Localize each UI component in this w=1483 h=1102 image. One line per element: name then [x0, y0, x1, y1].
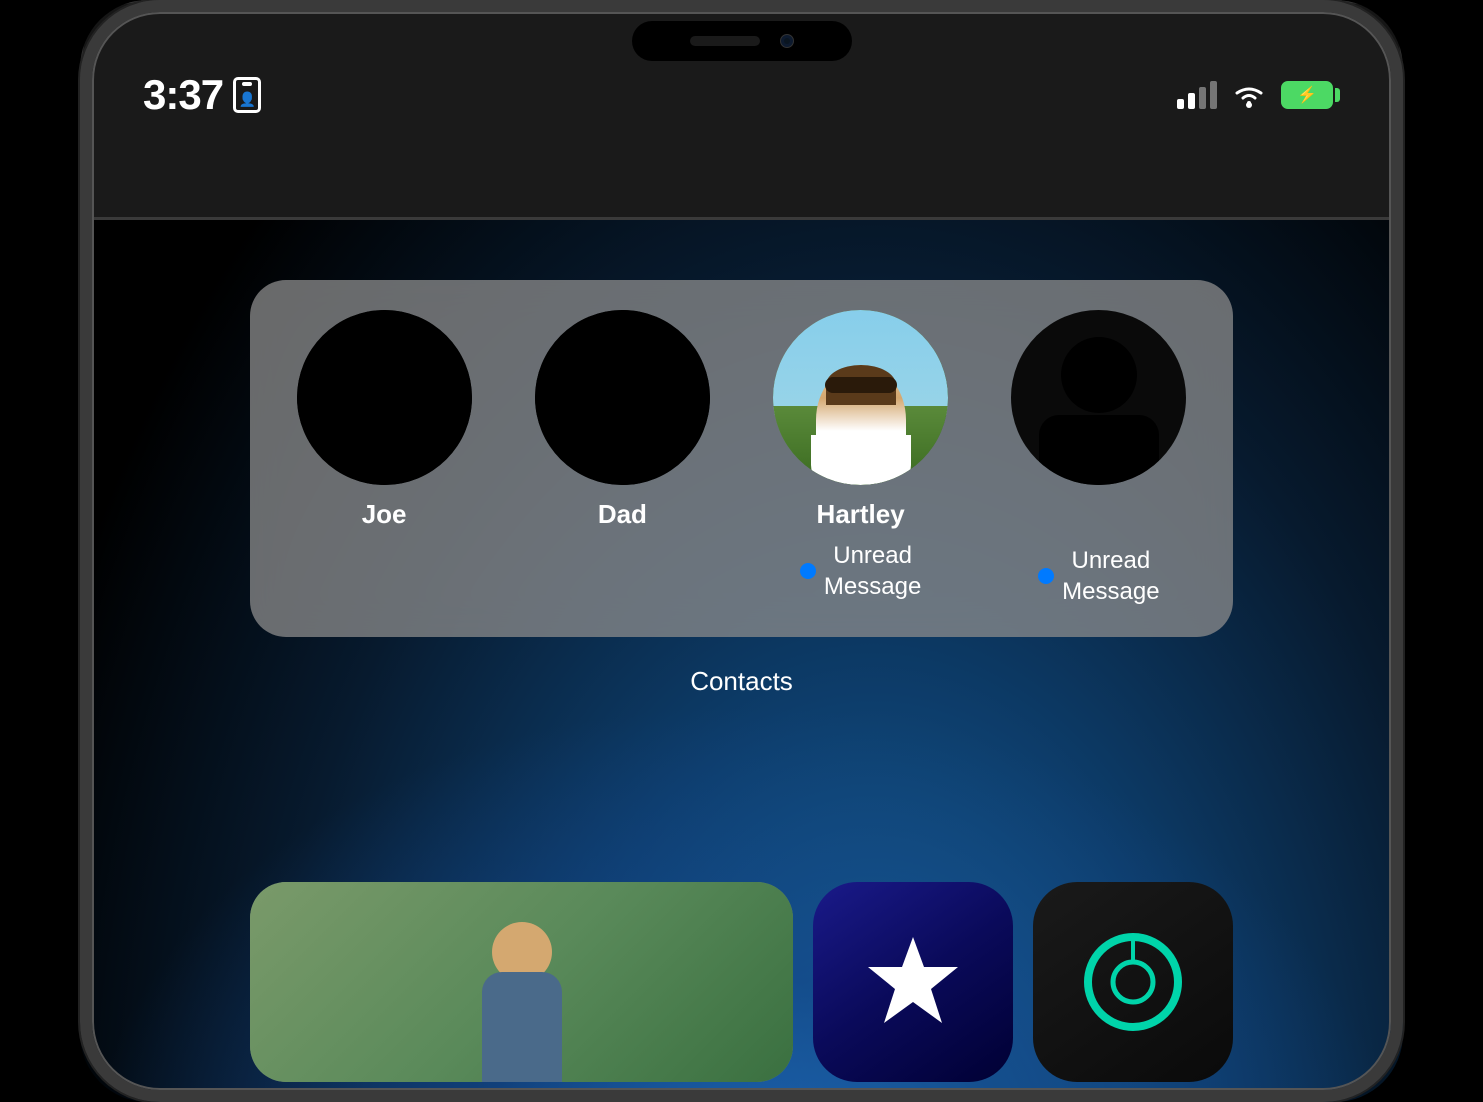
time-display: 3:37 — [143, 71, 223, 119]
contact-dad-name: Dad — [598, 499, 647, 530]
contact-hartley[interactable]: Hartley UnreadMessage — [747, 310, 975, 602]
battery-indicator: ⚡ — [1281, 81, 1340, 109]
battery-body: ⚡ — [1281, 81, 1333, 109]
signal-bars-icon — [1177, 81, 1217, 109]
contacts-grid: Joe Dad — [270, 310, 1213, 607]
contact-unknown-avatar — [1011, 310, 1186, 485]
person-silhouette-icon — [1029, 330, 1169, 485]
status-right: ⚡ — [1177, 81, 1340, 109]
contact-hartley-avatar — [773, 310, 948, 485]
dark-app-icon[interactable] — [1033, 882, 1233, 1082]
signal-bar-1 — [1177, 99, 1184, 109]
status-bar: 3:37 👤 — [143, 71, 1340, 119]
wifi-icon — [1231, 81, 1267, 109]
signal-bar-3 — [1199, 87, 1206, 109]
contacts-widget[interactable]: Joe Dad — [250, 280, 1233, 637]
contact-dad[interactable]: Dad — [508, 310, 736, 536]
battery-tip — [1335, 88, 1340, 102]
contact-dad-avatar — [535, 310, 710, 485]
contact-joe-avatar — [297, 310, 472, 485]
contact-joe[interactable]: Joe — [270, 310, 498, 536]
imovie-app-icon[interactable] — [813, 882, 1013, 1082]
unread-label-hartley: UnreadMessage — [824, 540, 921, 602]
contact-unknown-unread: UnreadMessage — [1038, 545, 1159, 607]
contact-joe-name: Joe — [362, 499, 407, 530]
imovie-star-icon — [863, 932, 963, 1032]
screen-record-icon: 👤 — [233, 77, 261, 113]
bottom-apps-row — [250, 882, 1233, 1082]
screen-area: 3:37 👤 — [80, 0, 1403, 1102]
dark-app-icon-graphic — [1073, 922, 1193, 1042]
contact-hartley-unread: UnreadMessage — [800, 540, 921, 602]
contact-unknown[interactable]: UnreadMessage — [985, 310, 1213, 607]
unread-dot-unknown — [1038, 568, 1054, 584]
dynamic-island — [632, 21, 852, 61]
bottom-contact-widget[interactable] — [250, 882, 793, 1082]
contact-hartley-name: Hartley — [817, 499, 905, 530]
unread-label-unknown: UnreadMessage — [1062, 545, 1159, 607]
status-time: 3:37 👤 — [143, 71, 261, 119]
speaker-grill — [690, 36, 760, 46]
unread-dot-hartley — [800, 563, 816, 579]
battery-bolt-icon: ⚡ — [1283, 83, 1331, 107]
top-bezel: 3:37 👤 — [80, 0, 1403, 220]
front-camera — [780, 34, 794, 48]
contacts-label: Contacts — [690, 666, 793, 697]
signal-bar-2 — [1188, 93, 1195, 109]
signal-bar-4 — [1210, 81, 1217, 109]
